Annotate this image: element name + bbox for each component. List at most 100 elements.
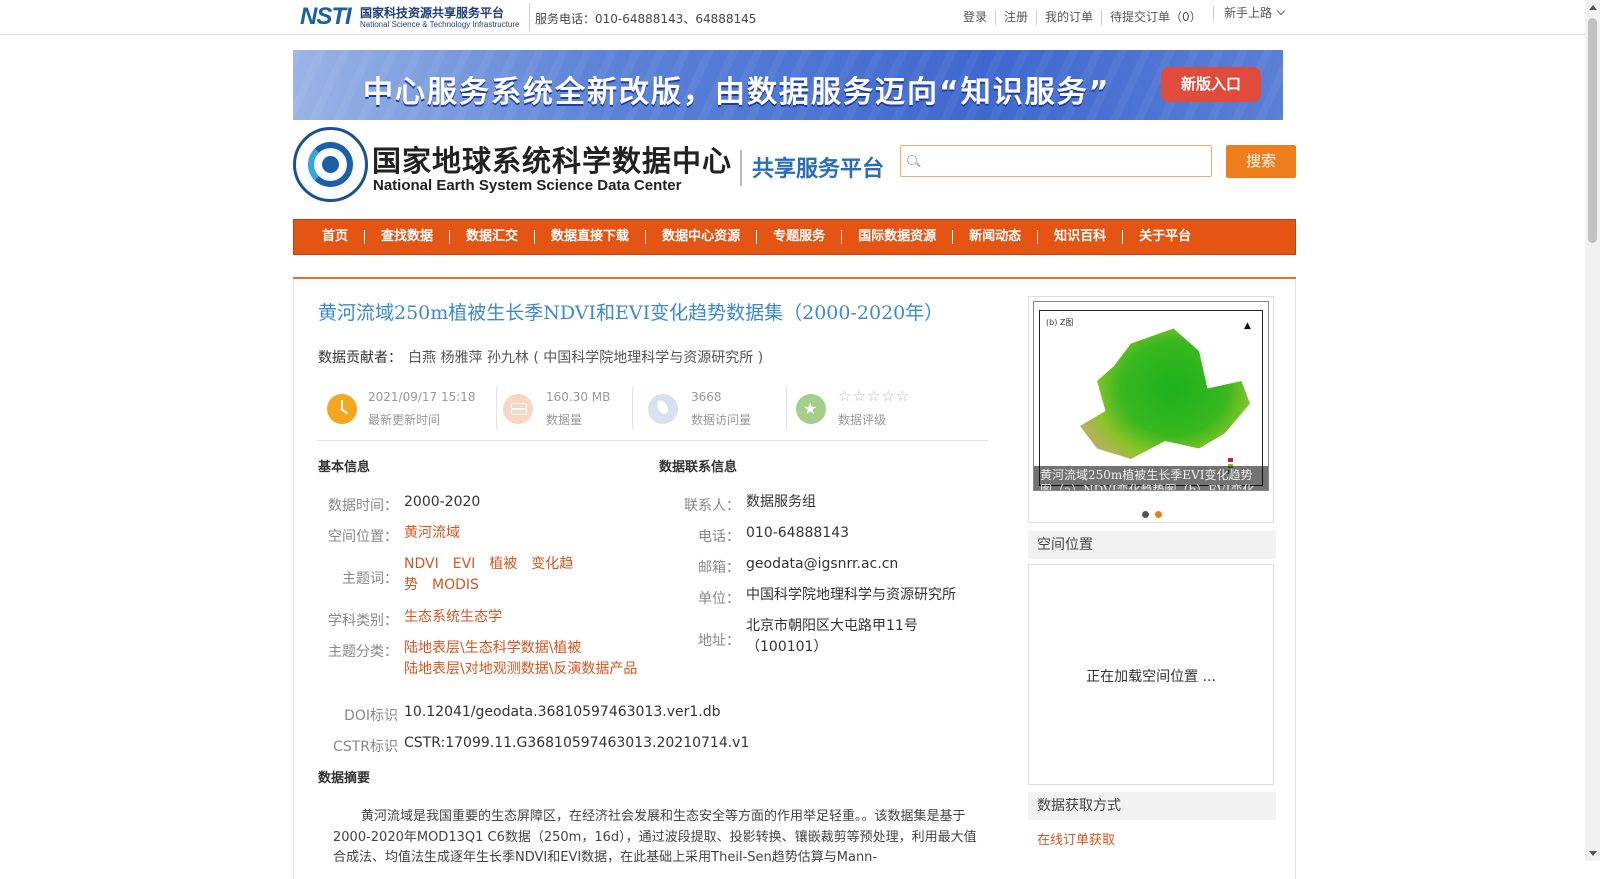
main-nav: 首页 查找数据 数据汇交 数据直接下载 数据中心资源 专题服务 国际数据资源 新… [293,219,1296,255]
nav-data-submission[interactable]: 数据汇交 [450,230,536,244]
field-value: 2000-2020 [404,494,481,510]
search-button[interactable]: 搜索 [1226,145,1296,178]
data-access-heading: 数据获取方式 [1028,792,1276,820]
nav-international-data[interactable]: 国际数据资源 [842,230,954,244]
new-version-button[interactable]: 新版入口 [1161,67,1261,102]
nav-home[interactable]: 首页 [306,230,366,244]
beginner-guide-dropdown[interactable]: 新手上路 [1213,6,1286,21]
stat-label: 数据量 [546,413,583,427]
category-link[interactable]: 陆地表层\对地观测数据\反演数据产品 [404,659,637,680]
discipline-link[interactable]: 生态系统生态学 [404,607,502,628]
dataset-title: 黄河流域250m植被生长季NDVI和EVI变化趋势数据集（2000-2020年） [318,302,944,324]
north-arrow-icon: ▲ [1244,321,1251,331]
field-label: CSTR标识 [333,739,398,755]
field-label: 空间位置： [328,529,398,545]
field-label: 主题分类： [328,644,398,660]
keyword-list: NDVI EVI 植被 变化趋势 MODIS [404,554,584,596]
stat-updated: 2021/09/17 15:18 最新更新时间 [318,384,488,432]
abstract-heading: 数据摘要 [318,771,371,786]
contributors: 数据贡献者： 白燕 杨雅萍 孙九林 ( 中国科学院地理科学与资源研究所 ) [318,347,763,367]
stat-divider [632,387,633,429]
field-value: 北京市朝阳区大屯路甲11号 [746,618,918,634]
keyword-tag[interactable]: EVI [453,556,476,572]
doi-value: 10.12041/geodata.36810597463013.ver1.db [404,704,721,720]
keyword-tag[interactable]: NDVI [404,556,439,572]
field-label: 邮箱： [698,560,740,576]
contact-info-heading: 数据联系信息 [659,460,738,475]
rating-stars[interactable]: ☆☆☆☆☆ [838,387,910,405]
stat-value: 160.30 MB [546,390,611,404]
search-icon [907,155,917,165]
spatial-location-heading: 空间位置 [1028,531,1276,559]
field-label: DOI标识 [344,708,398,724]
loading-text: 正在加载空间位置 ... [1086,669,1216,685]
cstr-value: CSTR:17099.11.G36810597463013.20210714.v… [404,735,750,751]
stat-label: 数据访问量 [691,413,752,427]
ness-logo-icon[interactable] [293,127,368,202]
online-order-link[interactable]: 在线订单获取 [1037,829,1115,848]
clock-icon [327,394,357,424]
field-label: 学科类别： [328,613,398,629]
nsti-logo[interactable]: NSTI 国家科技资源共享服务平台 National Science & Tec… [300,2,525,32]
pending-orders-link[interactable]: 待提交订单（0） [1102,10,1210,25]
field-label: 联系人： [684,498,740,514]
keyword-tag[interactable]: 变化趋 [531,556,573,572]
nav-center-resources[interactable]: 数据中心资源 [646,230,758,244]
nsti-logo-cn: 国家科技资源共享服务平台 [360,6,505,20]
nav-about[interactable]: 关于平台 [1123,230,1207,244]
my-orders-link[interactable]: 我的订单 [1037,10,1103,25]
divider [529,3,530,31]
promo-banner[interactable]: 中心服务系统全新改版，由数据服务迈向“知识服务” 新版入口 [293,50,1283,120]
site-subtitle: 共享服务平台 [752,157,885,182]
nav-direct-download[interactable]: 数据直接下载 [535,230,647,244]
spatial-location-map[interactable]: 正在加载空间位置 ... [1028,564,1274,785]
stat-size: 160.30 MB 数据量 [494,384,634,432]
email-value[interactable]: geodata@igsnrr.ac.cn [746,554,898,575]
keyword-tag[interactable]: 植被 [489,556,517,572]
field-value: （100101） [746,639,828,655]
search-input[interactable] [923,150,1205,172]
top-bar: NSTI 国家科技资源共享服务平台 National Science & Tec… [0,0,1585,35]
thumbnail-carousel[interactable]: (b) Z图 ▲ 黄河流域250m植被生长季EVI变化趋势图（a）NDVI变化趋… [1028,296,1274,523]
carousel-dots [1139,503,1165,522]
nav-find-data[interactable]: 查找数据 [365,230,451,244]
site-name-en: National Earth System Science Data Cente… [373,177,682,194]
basic-info-heading: 基本信息 [318,460,371,475]
top-links: 登录 注册 我的订单 待提交订单（0） [955,10,1210,25]
field-value: 010-64888143 [746,525,850,541]
banner-text: 中心服务系统全新改版，由数据服务迈向“知识服务” [363,75,1111,110]
nsti-logo-en: National Science & Technology Infrastruc… [360,20,520,29]
service-phone: 服务电话：010-64888143、64888145 [535,12,757,26]
location-link[interactable]: 黄河流域 [404,523,460,544]
star-icon [796,394,826,424]
search-box [900,145,1212,177]
category-link[interactable]: 陆地表层\生态科学数据\植被 [404,638,581,659]
stats-bar: 2021/09/17 15:18 最新更新时间 160.30 MB 数据量 36… [318,384,988,441]
nav-topic-services[interactable]: 专题服务 [757,230,843,244]
nav-knowledge[interactable]: 知识百科 [1038,230,1124,244]
login-link[interactable]: 登录 [955,10,997,25]
register-link[interactable]: 注册 [996,10,1038,25]
carousel-dot-active[interactable] [1155,511,1162,518]
scroll-up-icon[interactable] [1589,5,1597,10]
keyword-tag[interactable]: MODIS [432,577,479,593]
field-label: 主题词： [342,571,398,587]
nav-news[interactable]: 新闻动态 [953,230,1039,244]
keyword-tag[interactable]: 势 [404,577,418,593]
scroll-down-icon[interactable] [1589,851,1597,856]
thumbnail-image[interactable]: (b) Z图 ▲ 黄河流域250m植被生长季EVI变化趋势图（a）NDVI变化趋… [1033,301,1269,491]
map-raster [1080,328,1250,459]
beginner-guide-label: 新手上路 [1224,6,1273,20]
abstract-text: 黄河流域是我国重要的生态屏障区，在经济社会发展和生态安全等方面的作用举足轻重。。… [333,809,977,865]
scrollbar-thumb[interactable] [1588,18,1597,243]
field-label: 电话： [698,529,740,545]
field-value: 数据服务组 [746,494,816,510]
carousel-dot[interactable] [1142,511,1149,518]
field-value: 中国科学院地理科学与资源研究所 [746,587,956,603]
nsti-logo-mark: NSTI [300,3,352,30]
stat-rating: ☆☆☆☆☆ 数据评级 [786,384,966,432]
scrollbar[interactable] [1585,0,1600,861]
map-label: (b) Z图 [1046,318,1074,327]
chevron-down-icon [1276,6,1286,16]
stat-visits: 3668 数据访问量 [639,384,779,432]
